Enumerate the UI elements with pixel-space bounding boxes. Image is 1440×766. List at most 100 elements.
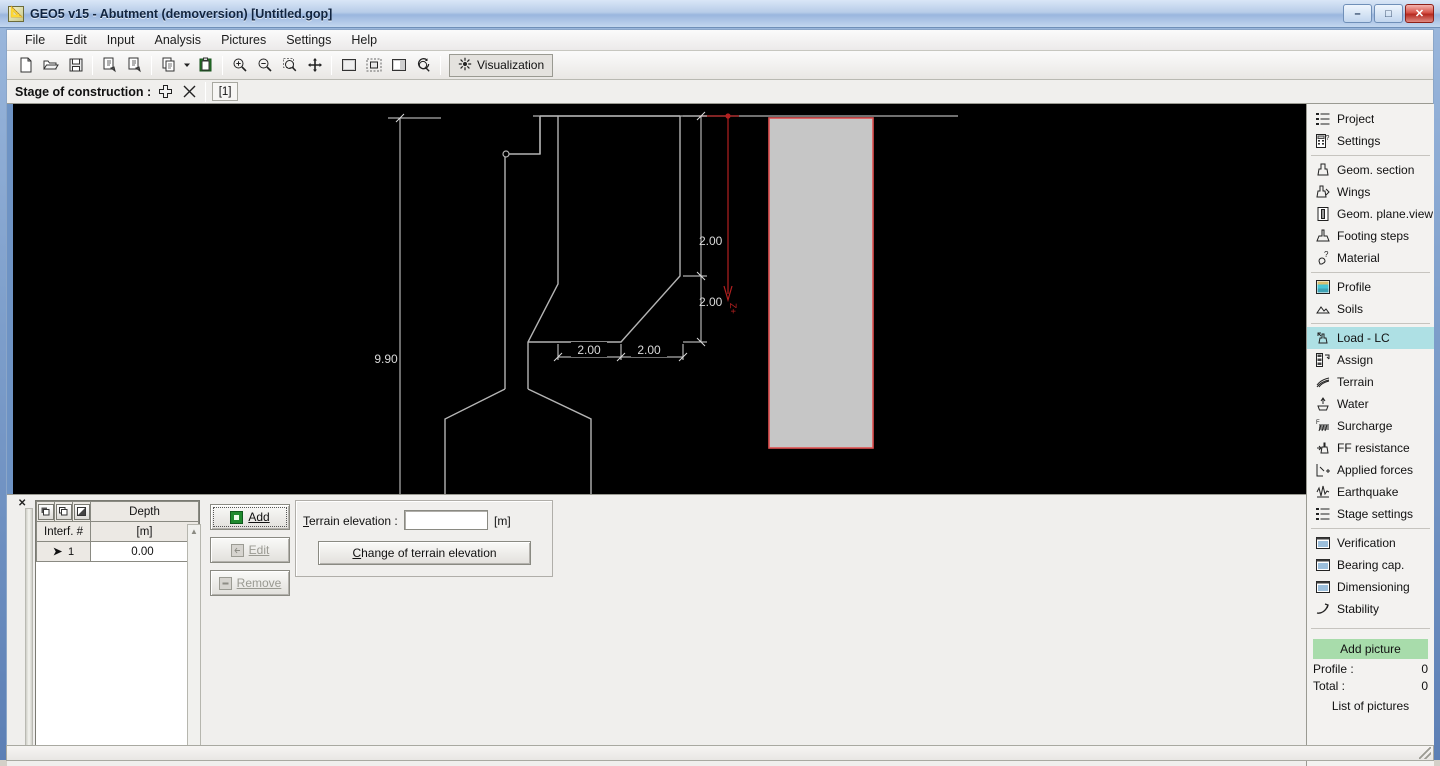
sidebar-label: Stability bbox=[1337, 602, 1380, 616]
sidebar-divider bbox=[1311, 155, 1430, 156]
sidebar-label: Verification bbox=[1337, 536, 1396, 550]
focus-ring bbox=[213, 507, 287, 527]
sidebar-item-material[interactable]: ? Material bbox=[1307, 247, 1434, 269]
water-icon bbox=[1315, 396, 1331, 412]
dim-upper-height-label: 2.00 bbox=[699, 234, 723, 248]
close-button[interactable]: ✕ bbox=[1405, 4, 1434, 23]
copy-dropdown-icon[interactable] bbox=[182, 54, 192, 77]
copy-icon[interactable] bbox=[157, 54, 180, 77]
sidebar-item-settings[interactable]: ? Settings bbox=[1307, 130, 1434, 152]
view-all-icon[interactable] bbox=[337, 54, 360, 77]
menu-settings[interactable]: Settings bbox=[276, 31, 341, 49]
row-depth-value[interactable]: 0.00 bbox=[90, 541, 199, 562]
menu-analysis[interactable]: Analysis bbox=[145, 31, 212, 49]
add-button[interactable]: Add bbox=[210, 504, 290, 530]
depth-column-unit: [m] bbox=[90, 521, 199, 542]
resize-grip-icon[interactable] bbox=[1419, 747, 1431, 759]
sidebar-item-stability[interactable]: Stability bbox=[1307, 598, 1434, 620]
sidebar-item-applied-forces[interactable]: Applied forces bbox=[1307, 459, 1434, 481]
status-bar bbox=[6, 745, 1434, 761]
minimize-button[interactable]: – bbox=[1343, 4, 1372, 23]
delete-stage-icon[interactable] bbox=[179, 82, 199, 102]
menu-edit[interactable]: Edit bbox=[55, 31, 97, 49]
sidebar-item-dimensioning[interactable]: Dimensioning bbox=[1307, 576, 1434, 598]
open-folder-icon[interactable] bbox=[39, 54, 62, 77]
sidebar-item-soils[interactable]: Soils bbox=[1307, 298, 1434, 320]
copy-rows-icon[interactable] bbox=[36, 501, 55, 522]
duplicate-rows-icon[interactable] bbox=[54, 501, 73, 522]
sidebar-item-terrain[interactable]: Terrain bbox=[1307, 371, 1434, 393]
toolbar-separator bbox=[440, 55, 441, 75]
sidebar-item-stage-settings[interactable]: Stage settings bbox=[1307, 503, 1434, 525]
table-scrollbar[interactable]: ▲ ▼ bbox=[187, 524, 201, 758]
remove-button[interactable]: Remove bbox=[210, 570, 290, 596]
load-lc-icon bbox=[1315, 330, 1331, 346]
plus-stage-icon[interactable] bbox=[155, 82, 175, 102]
save-disk-icon[interactable] bbox=[64, 54, 87, 77]
stage-number-field[interactable]: [1] bbox=[212, 82, 239, 101]
sidebar-item-profile[interactable]: Profile bbox=[1307, 276, 1434, 298]
scroll-up-icon[interactable]: ▲ bbox=[188, 525, 200, 538]
view-selection-icon[interactable] bbox=[362, 54, 385, 77]
stage-label: Stage of construction : bbox=[15, 84, 152, 99]
table-row[interactable]: ➤ 1 0.00 bbox=[36, 541, 199, 562]
sidebar-item-assign[interactable]: Assign bbox=[1307, 349, 1434, 371]
sidebar-item-footing-steps[interactable]: Footing steps bbox=[1307, 225, 1434, 247]
sidebar-label: Footing steps bbox=[1337, 229, 1410, 243]
sidebar-divider bbox=[1311, 528, 1430, 529]
change-terrain-elevation-button[interactable]: Change of terrain elevation bbox=[318, 541, 531, 565]
new-document-icon[interactable] bbox=[14, 54, 37, 77]
visualization-button[interactable]: Visualization bbox=[449, 53, 554, 77]
zoom-out-icon[interactable] bbox=[253, 54, 276, 77]
terrain-elevation-input[interactable] bbox=[404, 510, 488, 530]
edit-rows-icon[interactable] bbox=[72, 501, 91, 522]
terrain-elevation-label-rest: errain elevation : bbox=[309, 514, 398, 528]
sidebar-label: Wings bbox=[1337, 185, 1371, 199]
maximize-button[interactable]: □ bbox=[1374, 4, 1403, 23]
application-window: GEO5 v15 - Abutment (demoversion) [Untit… bbox=[0, 0, 1440, 766]
sidebar-item-verification[interactable]: Verification bbox=[1307, 532, 1434, 554]
menu-input[interactable]: Input bbox=[97, 31, 145, 49]
sidebar-item-geom-plane-view[interactable]: Geom. plane.view bbox=[1307, 203, 1434, 225]
dim-bench-left-label: 2.00 bbox=[577, 343, 601, 357]
import-data-icon[interactable] bbox=[98, 54, 121, 77]
zoom-refresh-icon[interactable] bbox=[412, 54, 435, 77]
window-controls: – □ ✕ bbox=[1343, 4, 1434, 23]
list-of-pictures-link[interactable]: List of pictures bbox=[1307, 693, 1434, 713]
sidebar-item-project[interactable]: Project bbox=[1307, 108, 1434, 130]
sidebar-item-load-lc[interactable]: Load - LC bbox=[1307, 327, 1434, 349]
export-data-icon[interactable] bbox=[123, 54, 146, 77]
window-title: GEO5 v15 - Abutment (demoversion) [Untit… bbox=[30, 6, 333, 21]
edit-button[interactable]: Edit bbox=[210, 537, 290, 563]
pan-move-icon[interactable] bbox=[303, 54, 326, 77]
project-list-icon bbox=[1315, 111, 1331, 127]
sidebar-item-bearing-cap[interactable]: Bearing cap. bbox=[1307, 554, 1434, 576]
table-empty-area bbox=[36, 561, 199, 760]
bearing-cap-icon bbox=[1315, 557, 1331, 573]
sidebar-item-water[interactable]: Water bbox=[1307, 393, 1434, 415]
sidebar-item-geom-section[interactable]: Geom. section bbox=[1307, 159, 1434, 181]
sidebar-item-ff-resistance[interactable]: FF resistance bbox=[1307, 437, 1434, 459]
client-area: File Edit Input Analysis Pictures Settin… bbox=[6, 29, 1434, 766]
profile-count-label: Profile : bbox=[1313, 662, 1354, 676]
drawing-frame: Z+ 9.90 2.00 2.00 2.00 2.00 bbox=[13, 104, 1306, 494]
sidebar-divider bbox=[1311, 323, 1430, 324]
sidebar-item-surcharge[interactable]: F Surcharge bbox=[1307, 415, 1434, 437]
menu-help[interactable]: Help bbox=[341, 31, 387, 49]
origin-node bbox=[502, 150, 510, 158]
drawing-canvas[interactable]: Z+ 9.90 2.00 2.00 2.00 2.00 bbox=[7, 104, 1306, 494]
menu-file[interactable]: File bbox=[15, 31, 55, 49]
sidebar-item-earthquake[interactable]: Earthquake bbox=[1307, 481, 1434, 503]
zoom-in-icon[interactable] bbox=[228, 54, 251, 77]
zoom-window-icon[interactable] bbox=[278, 54, 301, 77]
add-picture-button[interactable]: Add picture bbox=[1313, 639, 1428, 659]
toolbar-separator bbox=[92, 55, 93, 75]
row-index: 1 bbox=[68, 546, 75, 558]
paste-icon[interactable] bbox=[194, 54, 217, 77]
interfaces-table[interactable]: Depth Interf. # [m] ➤ 1 0.00 bbox=[35, 500, 200, 760]
menu-pictures[interactable]: Pictures bbox=[211, 31, 276, 49]
geom-section-icon bbox=[1315, 162, 1331, 178]
sidebar-item-wings[interactable]: Wings bbox=[1307, 181, 1434, 203]
view-previous-icon[interactable] bbox=[387, 54, 410, 77]
settings-calc-icon: ? bbox=[1315, 133, 1331, 149]
